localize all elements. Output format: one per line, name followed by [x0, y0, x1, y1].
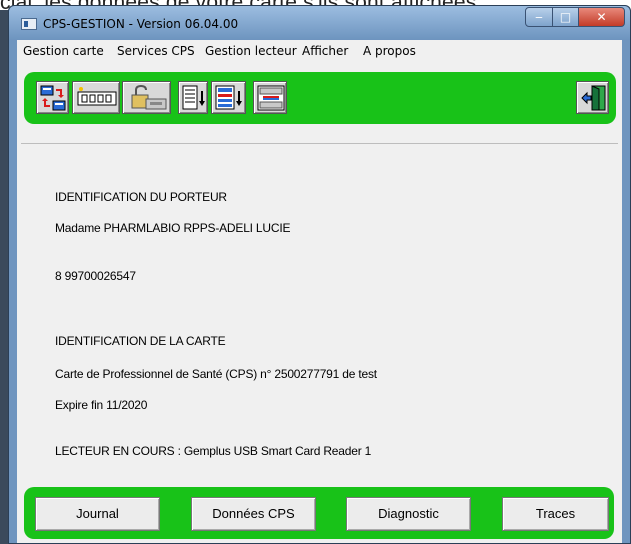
toolbar-button-card-unlock[interactable]	[122, 81, 171, 114]
card-reader-icon	[77, 87, 117, 106]
menu-a-propos[interactable]: A propos	[363, 44, 416, 58]
card-transfer-icon	[40, 85, 66, 111]
app-icon	[21, 18, 37, 30]
toolbar-button-exit[interactable]	[576, 81, 609, 114]
porteur-id: 8 99700026547	[55, 269, 136, 283]
traces-button[interactable]: Traces	[502, 497, 609, 531]
carte-heading: IDENTIFICATION DE LA CARTE	[55, 334, 226, 348]
menu-gestion-lecteur[interactable]: Gestion lecteur	[205, 44, 297, 58]
toolbar-button-network-switch[interactable]	[253, 81, 287, 114]
menu-afficher[interactable]: Afficher	[302, 44, 348, 58]
porteur-name: Madame PHARMLABIO RPPS-ADELI LUCIE	[55, 221, 291, 235]
app-window: CPS-GESTION - Version 06.04.00 ‒ □ ✕ Ges…	[8, 5, 631, 544]
maximize-button[interactable]: □	[552, 7, 579, 27]
network-switch-icon	[257, 85, 285, 111]
toolbar-button-document-down[interactable]	[178, 81, 208, 114]
toolbar-button-card-transfer[interactable]	[36, 81, 69, 114]
close-button[interactable]: ✕	[578, 7, 625, 27]
exit-door-icon	[581, 85, 606, 111]
window-title: CPS-GESTION - Version 06.04.00	[43, 17, 239, 31]
toolbar-button-document-list-down[interactable]	[211, 81, 246, 114]
carte-description: Carte de Professionnel de Santé (CPS) n°…	[55, 367, 377, 381]
card-unlock-icon	[131, 85, 167, 110]
title-bar[interactable]: CPS-GESTION - Version 06.04.00 ‒ □ ✕	[9, 6, 630, 40]
diagnostic-button[interactable]: Diagnostic	[346, 497, 471, 531]
lecteur-status: LECTEUR EN COURS : Gemplus USB Smart Car…	[55, 444, 372, 458]
menu-gestion-carte[interactable]: Gestion carte	[23, 44, 104, 58]
bottom-button-bar: Journal Données CPS Diagnostic Traces	[24, 487, 614, 539]
porteur-heading: IDENTIFICATION DU PORTEUR	[55, 190, 227, 204]
donnees-cps-button[interactable]: Données CPS	[191, 497, 316, 531]
minimize-button[interactable]: ‒	[525, 7, 553, 27]
document-down-icon	[182, 85, 205, 110]
toolbar	[24, 72, 616, 124]
main-panel: IDENTIFICATION DU PORTEUR Madame PHARMLA…	[17, 62, 622, 543]
document-list-down-icon	[215, 85, 242, 110]
carte-expiry: Expire fin 11/2020	[55, 398, 148, 412]
separator	[21, 143, 618, 144]
menu-services-cps[interactable]: Services CPS	[117, 44, 195, 58]
toolbar-button-card-reader[interactable]	[72, 81, 120, 114]
menu-bar: Gestion carte Services CPS Gestion lecte…	[17, 40, 622, 62]
journal-button[interactable]: Journal	[35, 497, 160, 531]
